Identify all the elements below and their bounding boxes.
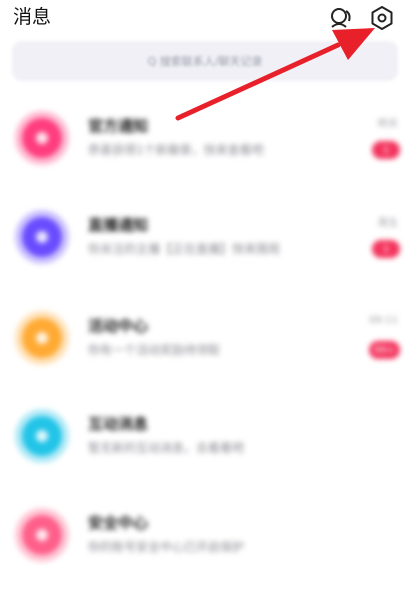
message-preview: 恭喜获得1个新徽章，快来查看吧 [88,143,264,157]
message-title: 安全中心 [88,514,149,532]
message-time: 周五 [378,218,398,229]
message-item[interactable]: 官方通知 恭喜获得1个新徽章，快来查看吧 昨天 1 [0,97,410,193]
message-item[interactable]: 安全中心 你的账号安全中心已开启保护 [0,494,410,590]
message-time: 09-11 [368,315,398,326]
message-preview: 你的账号安全中心已开启保护 [88,540,245,554]
live-video-icon [22,217,62,257]
search-placeholder: Q 搜索联系人/聊天记录 [147,55,263,68]
message-item[interactable]: 直播通知 你关注的主播【正在直播】快来围观 周五 1 [0,196,410,292]
message-preview: 你有一个活动奖励待领取 [88,343,221,357]
page-title: 消息 [13,6,52,28]
activity-star-icon [22,318,62,358]
security-center-icon [22,515,62,555]
message-item[interactable]: 活动中心 你有一个活动奖励待领取 09-11 99+ [0,297,410,393]
search-bar[interactable]: Q 搜索联系人/聊天记录 [12,41,398,81]
settings-gear-icon[interactable] [369,5,395,31]
message-title: 活动中心 [88,317,149,335]
message-time: 昨天 [378,119,398,130]
message-preview: 暂无新的互动消息，去看看吧 [88,441,245,455]
unread-badge: 1 [372,141,400,159]
message-title: 互动消息 [88,415,149,433]
top-bar: 消息 [0,0,410,36]
contacts-icon[interactable] [328,5,354,31]
unread-badge: 1 [372,240,400,258]
message-title: 官方通知 [88,117,149,135]
unread-badge: 99+ [368,341,400,359]
message-item[interactable]: 互动消息 暂无新的互动消息，去看看吧 [0,395,410,491]
official-notice-icon [22,118,62,158]
message-title: 直播通知 [88,216,149,234]
message-preview: 你关注的主播【正在直播】快来围观 [88,242,281,256]
interaction-icon [22,416,62,456]
